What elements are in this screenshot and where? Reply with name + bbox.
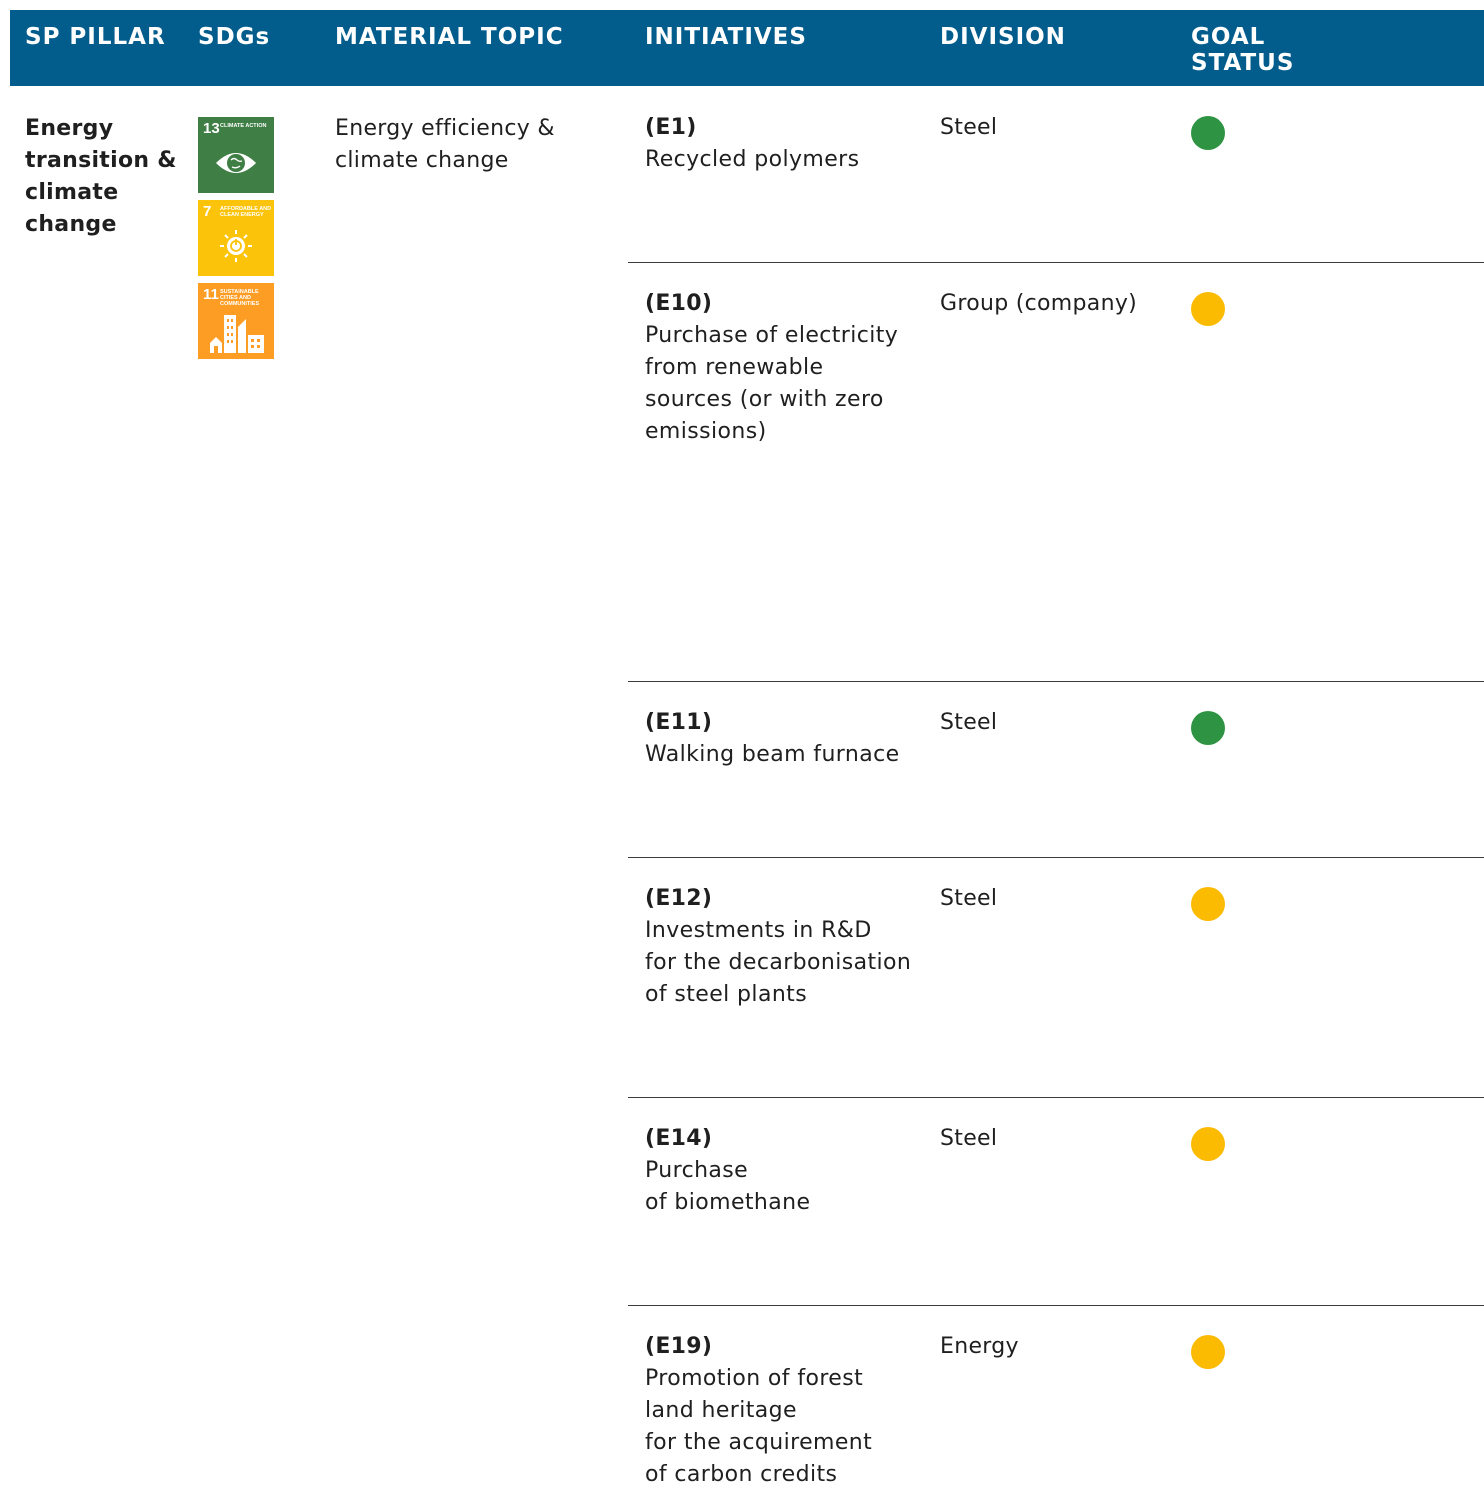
initiative-code: (E10) <box>645 291 713 316</box>
goal-status-dot <box>1191 292 1225 326</box>
sdg-label: AFFORDABLE AND CLEAN ENERGY <box>220 206 272 218</box>
initiative-description: Promotion of forest land heritage for th… <box>645 1366 873 1487</box>
column-header-sdgs: SDGs <box>198 24 271 50</box>
sdg-label: SUSTAINABLE CITIES AND COMMUNITIES <box>220 289 260 307</box>
row-divider <box>628 681 1484 682</box>
sdg-7-tile: 7 AFFORDABLE AND CLEAN ENERGY <box>198 200 274 276</box>
goal-status-dot <box>1191 116 1225 150</box>
goal-status-dot <box>1191 1335 1225 1369</box>
initiative-description: Purchase of electricity from renewable s… <box>645 323 899 444</box>
column-header-goal-status: GOAL STATUS <box>1191 24 1294 76</box>
initiative-code: (E14) <box>645 1126 713 1151</box>
row-divider <box>628 262 1484 263</box>
goal-status-dot <box>1191 887 1225 921</box>
division-value: Energy <box>940 1334 1019 1359</box>
initiative-description: Purchase of biomethane <box>645 1158 811 1215</box>
goal-status-line1: GOAL <box>1191 24 1266 50</box>
sp-pillar-label: Energy transition & climate change <box>25 116 177 237</box>
sdg-label: CLIMATE ACTION <box>220 123 267 129</box>
row-divider <box>628 1305 1484 1306</box>
row-divider <box>628 1097 1484 1098</box>
initiative-code: (E1) <box>645 115 697 140</box>
division-value: Steel <box>940 710 998 735</box>
sdg-number: 7 <box>203 203 212 220</box>
sdg-11-tile: 11 SUSTAINABLE CITIES AND COMMUNITIES <box>198 283 274 359</box>
column-header-initiatives: INITIATIVES <box>645 24 807 50</box>
initiative-description: Recycled polymers <box>645 147 860 172</box>
row-divider <box>628 857 1484 858</box>
goal-status-dot <box>1191 711 1225 745</box>
table-header: SP PILLAR SDGs MATERIAL TOPIC INITIATIVE… <box>10 10 1484 86</box>
initiative-code: (E12) <box>645 886 713 911</box>
division-value: Steel <box>940 115 998 140</box>
goal-status-line2: STATUS <box>1191 50 1295 76</box>
initiative-description: Investments in R&D for the decarbonisati… <box>645 918 912 1007</box>
material-topic-label: Energy efficiency & climate change <box>335 116 555 173</box>
initiative-description: Walking beam furnace <box>645 742 900 767</box>
sdg-number: 13 <box>203 120 220 137</box>
division-value: Steel <box>940 886 998 911</box>
initiative-code: (E19) <box>645 1334 713 1359</box>
goal-status-dot <box>1191 1127 1225 1161</box>
division-value: Group (company) <box>940 291 1138 316</box>
column-header-division: DIVISION <box>940 24 1066 50</box>
sdg-number: 11 <box>203 286 219 303</box>
initiative-code: (E11) <box>645 710 713 735</box>
sdg-13-tile: 13 CLIMATE ACTION <box>198 117 274 193</box>
column-header-pillar: SP PILLAR <box>25 24 166 50</box>
column-header-topic: MATERIAL TOPIC <box>335 24 564 50</box>
division-value: Steel <box>940 1126 998 1151</box>
